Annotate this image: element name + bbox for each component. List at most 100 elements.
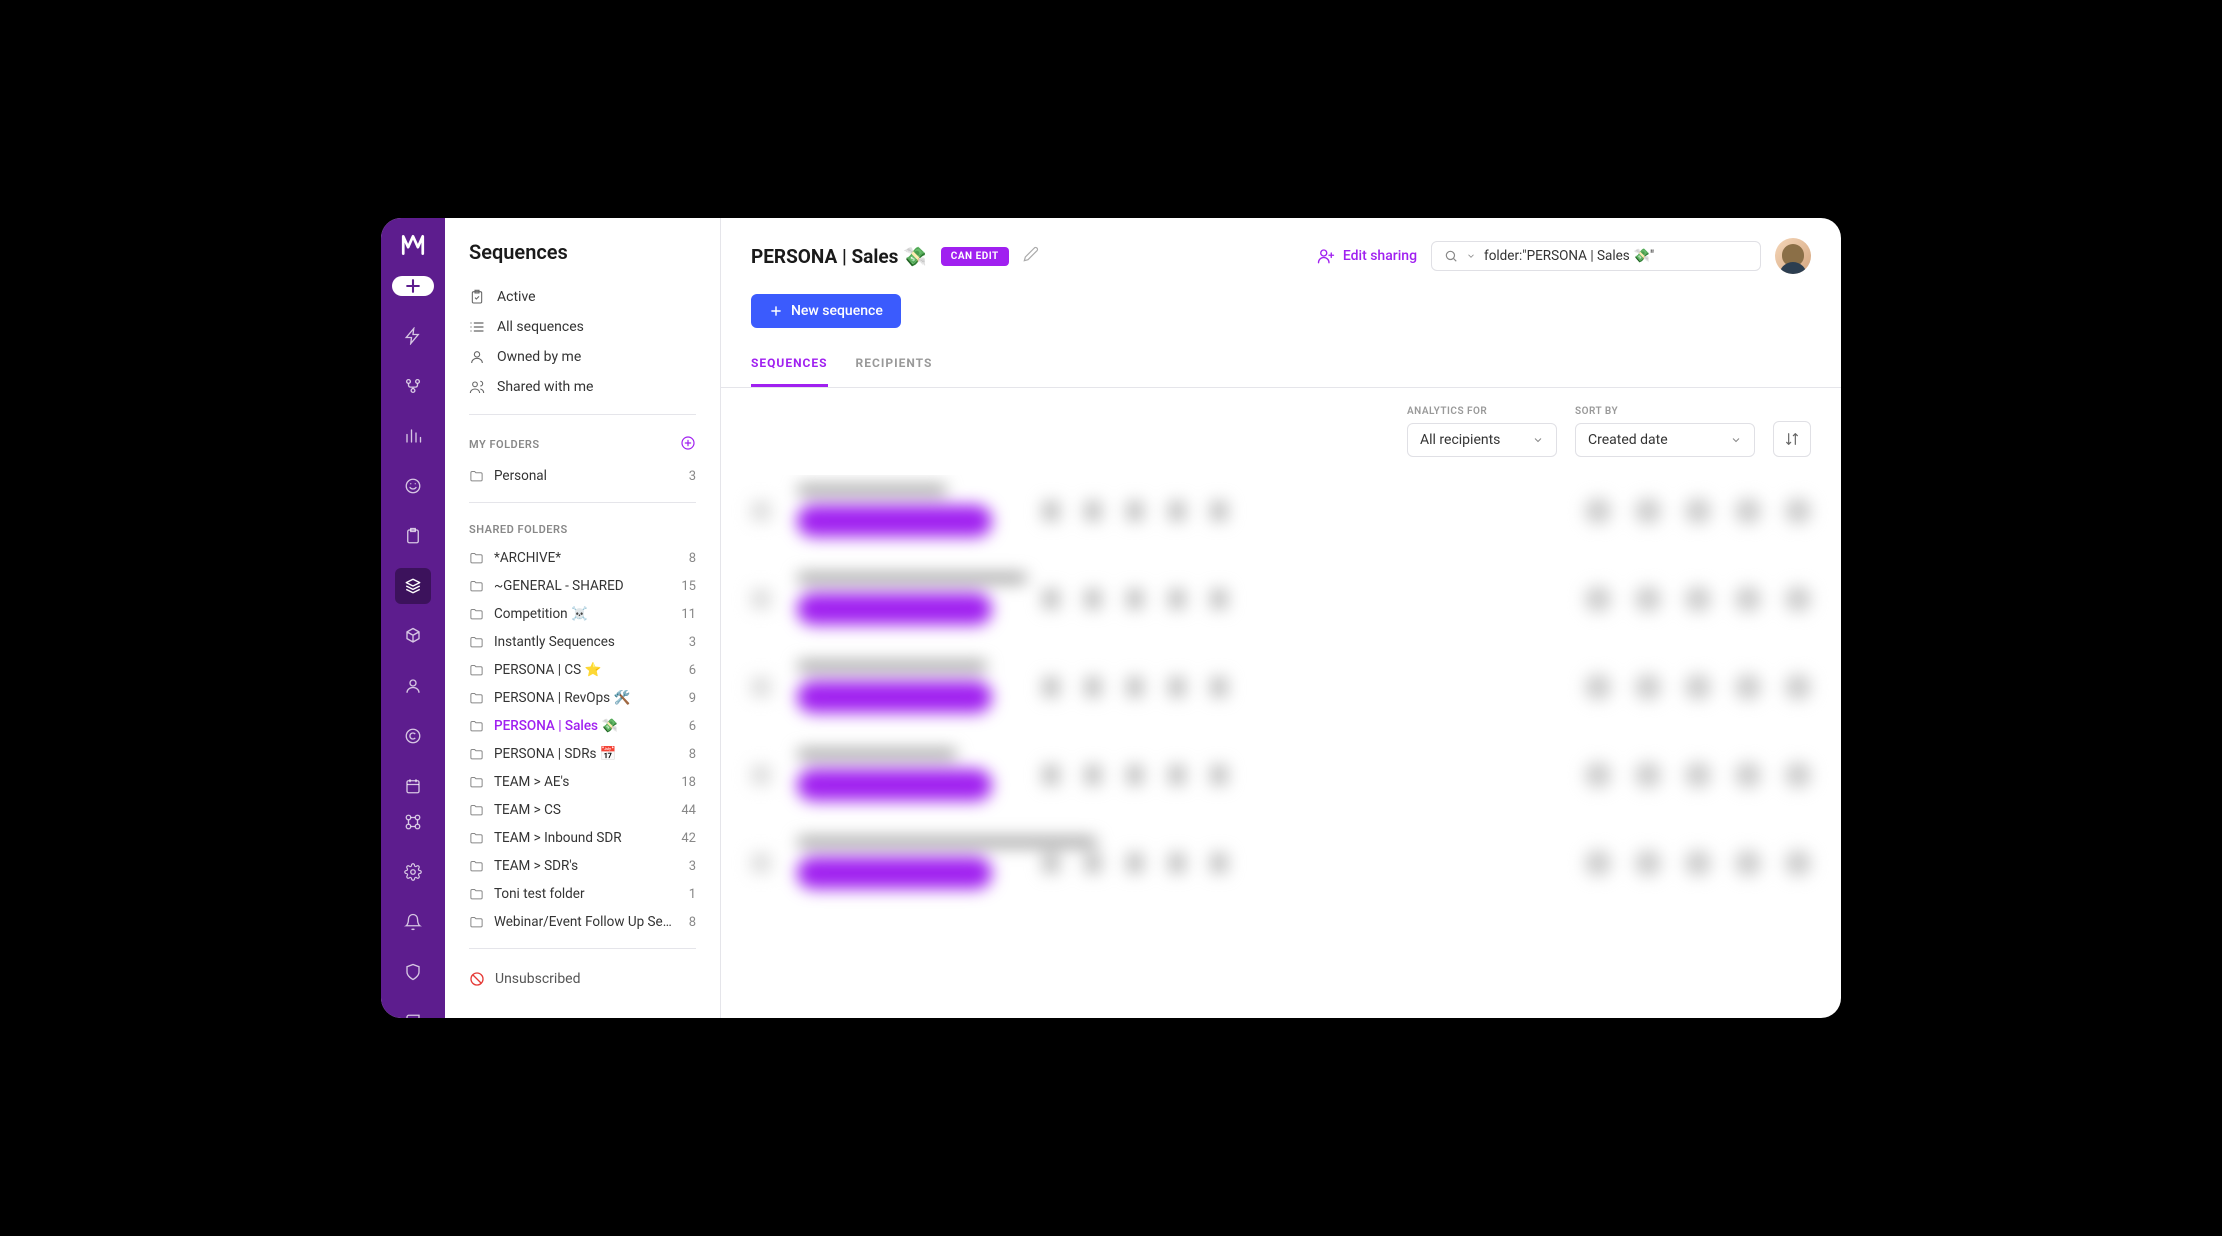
folder-name: TEAM > Inbound SDR xyxy=(494,830,671,846)
user-icon xyxy=(469,349,485,365)
folder-item[interactable]: Webinar/Event Follow Up Sequences8 xyxy=(455,908,710,936)
search-input[interactable] xyxy=(1484,248,1748,264)
branch-icon[interactable] xyxy=(395,368,431,404)
folder-name: PERSONA | CS ⭐ xyxy=(494,662,679,678)
book-icon[interactable] xyxy=(395,1004,431,1018)
nav-rail xyxy=(381,218,445,1018)
sort-direction-button[interactable] xyxy=(1773,421,1811,457)
folder-count: 9 xyxy=(689,691,696,706)
folder-count: 1 xyxy=(689,887,696,902)
folder-icon xyxy=(469,691,484,706)
folder-item[interactable]: TEAM > CS44 xyxy=(455,796,710,824)
folder-item[interactable]: PERSONA | RevOps 🛠️ 9 xyxy=(455,684,710,712)
folder-item[interactable]: TEAM > Inbound SDR42 xyxy=(455,824,710,852)
layers-icon[interactable] xyxy=(395,568,431,604)
chevron-down-icon xyxy=(1466,251,1476,261)
sequence-row[interactable] xyxy=(751,837,1811,889)
my-folders-header: MY FOLDERS xyxy=(445,427,720,462)
folder-name: ~GENERAL - SHARED xyxy=(494,578,671,594)
folder-item[interactable]: Competition ☠️11 xyxy=(455,600,710,628)
folder-icon xyxy=(469,551,484,566)
analytics-label: ANALYTICS FOR xyxy=(1407,406,1557,417)
controls-row: ANALYTICS FOR All recipients SORT BY Cre… xyxy=(721,388,1841,475)
folder-name: PERSONA | Sales 💸 xyxy=(494,718,679,734)
folder-item[interactable]: PERSONA | CS ⭐6 xyxy=(455,656,710,684)
sequence-row[interactable] xyxy=(751,661,1811,713)
person-icon[interactable] xyxy=(395,668,431,704)
folder-count: 3 xyxy=(689,859,696,874)
topbar: PERSONA | Sales 💸 CAN EDIT Edit sharing xyxy=(721,218,1841,294)
folder-item[interactable]: *ARCHIVE*8 xyxy=(455,544,710,572)
nav-active[interactable]: Active xyxy=(455,282,710,312)
folder-item[interactable]: Toni test folder1 xyxy=(455,880,710,908)
page-title: PERSONA | Sales 💸 xyxy=(751,245,927,268)
folder-icon xyxy=(469,859,484,874)
cube-icon[interactable] xyxy=(395,618,431,654)
folder-count: 8 xyxy=(689,747,696,762)
unsubscribed-link[interactable]: Unsubscribed xyxy=(445,961,720,997)
folder-name: TEAM > CS xyxy=(494,802,671,818)
folder-icon xyxy=(469,747,484,762)
app-window: Sequences Active All sequences Owned by … xyxy=(381,218,1841,1018)
folder-count: 6 xyxy=(689,719,696,734)
sequence-list xyxy=(721,475,1841,919)
folder-item[interactable]: Personal3 xyxy=(455,462,710,490)
folder-item[interactable]: TEAM > SDR's 3 xyxy=(455,852,710,880)
rename-button[interactable] xyxy=(1023,246,1039,266)
folder-count: 3 xyxy=(689,469,696,484)
folder-name: Competition ☠️ xyxy=(494,606,671,622)
search-box[interactable] xyxy=(1431,241,1761,271)
folder-icon xyxy=(469,607,484,622)
list-icon xyxy=(469,319,485,335)
nav-owned-by-me[interactable]: Owned by me xyxy=(455,342,710,372)
tab-recipients[interactable]: RECIPIENTS xyxy=(856,356,933,387)
edit-sharing-button[interactable]: Edit sharing xyxy=(1317,247,1417,265)
sort-select[interactable]: Created date xyxy=(1575,423,1755,457)
folder-name: PERSONA | RevOps 🛠️ xyxy=(494,690,679,706)
folder-name: TEAM > SDR's xyxy=(494,858,679,874)
chart-icon[interactable] xyxy=(395,418,431,454)
folder-item[interactable]: ~GENERAL - SHARED15 xyxy=(455,572,710,600)
folder-icon xyxy=(469,469,484,484)
folder-count: 18 xyxy=(681,775,696,790)
settings-icon[interactable] xyxy=(395,854,431,890)
folder-icon xyxy=(469,803,484,818)
folder-item[interactable]: PERSONA | SDRs 📅8 xyxy=(455,740,710,768)
chevron-down-icon xyxy=(1730,434,1742,446)
folder-item[interactable]: TEAM > AE's 18 xyxy=(455,768,710,796)
folder-icon xyxy=(469,831,484,846)
shield-icon[interactable] xyxy=(395,954,431,990)
nav-all-sequences[interactable]: All sequences xyxy=(455,312,710,342)
clipboard-icon[interactable] xyxy=(395,518,431,554)
folder-icon xyxy=(469,663,484,678)
block-icon xyxy=(469,971,485,987)
copyright-icon[interactable] xyxy=(395,718,431,754)
sequence-row[interactable] xyxy=(751,749,1811,801)
sequence-row[interactable] xyxy=(751,573,1811,625)
folder-count: 3 xyxy=(689,635,696,650)
user-avatar[interactable] xyxy=(1775,238,1811,274)
folder-count: 8 xyxy=(689,915,696,930)
folder-item[interactable]: PERSONA | Sales 💸 6 xyxy=(455,712,710,740)
folder-name: TEAM > AE's xyxy=(494,774,671,790)
permission-badge: CAN EDIT xyxy=(941,247,1009,266)
tab-sequences[interactable]: SEQUENCES xyxy=(751,356,828,387)
add-folder-button[interactable] xyxy=(680,435,696,454)
sequence-row[interactable] xyxy=(751,485,1811,537)
analytics-select[interactable]: All recipients xyxy=(1407,423,1557,457)
smile-icon[interactable] xyxy=(395,468,431,504)
bell-icon[interactable] xyxy=(395,904,431,940)
create-button[interactable] xyxy=(392,276,434,296)
lightning-icon[interactable] xyxy=(395,318,431,354)
new-sequence-button[interactable]: New sequence xyxy=(751,294,901,328)
sort-label: SORT BY xyxy=(1575,406,1755,417)
nav-shared-with-me[interactable]: Shared with me xyxy=(455,372,710,402)
plus-icon xyxy=(769,304,783,318)
calendar-icon[interactable] xyxy=(395,768,431,804)
folder-name: *ARCHIVE* xyxy=(494,550,679,566)
app-logo[interactable] xyxy=(397,232,429,258)
integrations-icon[interactable] xyxy=(395,804,431,840)
main-content: PERSONA | Sales 💸 CAN EDIT Edit sharing … xyxy=(721,218,1841,1018)
folder-item[interactable]: Instantly Sequences3 xyxy=(455,628,710,656)
user-plus-icon xyxy=(1317,247,1335,265)
